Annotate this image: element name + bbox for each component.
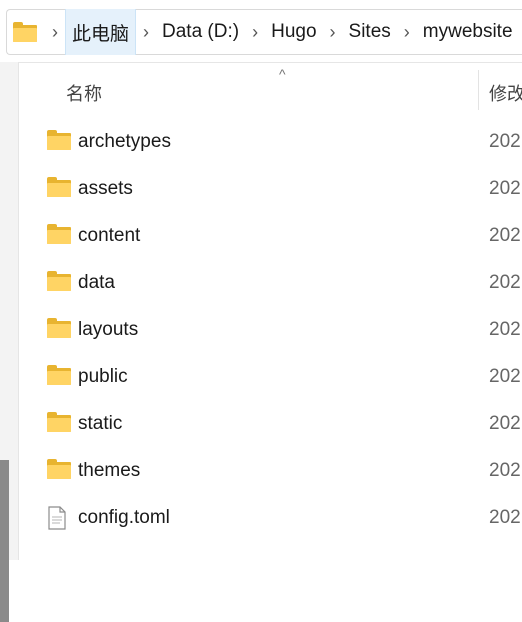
breadcrumb-item-hugo[interactable]: Hugo	[265, 9, 322, 55]
navigation-pane	[0, 62, 19, 622]
breadcrumb-item-mywebsite[interactable]: mywebsite	[417, 9, 519, 55]
file-date: 202	[489, 366, 521, 387]
folder-icon	[47, 271, 71, 291]
file-row-data[interactable]: data 202	[19, 259, 522, 306]
document-icon	[47, 506, 71, 530]
column-header-modified[interactable]: 修改	[489, 80, 522, 106]
file-date: 202	[489, 272, 521, 293]
folder-icon	[47, 459, 71, 479]
file-date: 202	[489, 460, 521, 481]
file-date: 202	[489, 413, 521, 434]
column-header-name[interactable]: 名称	[66, 80, 102, 106]
folder-icon	[47, 365, 71, 385]
folder-icon	[47, 177, 71, 197]
address-bar[interactable]: › 此电脑 › Data (D:) › Hugo › Sites › myweb…	[0, 0, 522, 63]
file-row-themes[interactable]: themes 202	[19, 447, 522, 494]
column-divider[interactable]	[478, 70, 479, 110]
chevron-right-icon[interactable]: ›	[246, 23, 264, 41]
chevron-right-icon[interactable]: ›	[46, 23, 64, 41]
file-row-content[interactable]: content 202	[19, 212, 522, 259]
file-date: 202	[489, 131, 521, 152]
file-row-public[interactable]: public 202	[19, 353, 522, 400]
folder-icon	[47, 318, 71, 338]
chevron-right-icon[interactable]: ›	[398, 23, 416, 41]
file-row-layouts[interactable]: layouts 202	[19, 306, 522, 353]
file-row-static[interactable]: static 202	[19, 400, 522, 447]
file-name: static	[78, 413, 123, 434]
folder-icon	[47, 130, 71, 150]
file-date: 202	[489, 507, 521, 528]
file-name: public	[78, 366, 128, 387]
breadcrumb-item-this-pc[interactable]: 此电脑	[65, 9, 137, 55]
file-name: themes	[78, 460, 141, 481]
file-row-config-toml[interactable]: config.toml 202	[19, 494, 522, 541]
navigation-scrollbar[interactable]	[0, 460, 9, 622]
file-name: assets	[78, 178, 133, 199]
chevron-right-icon[interactable]: ›	[324, 23, 342, 41]
breadcrumb-item-sites[interactable]: Sites	[343, 9, 397, 55]
chevron-right-icon[interactable]: ›	[137, 23, 155, 41]
file-row-assets[interactable]: assets 202	[19, 165, 522, 212]
breadcrumb: › 此电脑 › Data (D:) › Hugo › Sites › myweb…	[6, 9, 522, 55]
file-date: 202	[489, 225, 521, 246]
folder-icon	[47, 412, 71, 432]
column-header: ^ 名称 修改	[19, 62, 522, 118]
file-name: data	[78, 272, 115, 293]
file-name: config.toml	[78, 507, 170, 528]
file-date: 202	[489, 319, 521, 340]
folder-icon	[47, 224, 71, 244]
sort-ascending-icon: ^	[279, 66, 286, 82]
folder-icon[interactable]	[13, 22, 37, 42]
file-name: layouts	[78, 319, 139, 340]
file-list: archetypes 202 assets 202 content 202 da…	[19, 118, 522, 541]
breadcrumb-item-data-drive[interactable]: Data (D:)	[156, 9, 245, 55]
file-row-archetypes[interactable]: archetypes 202	[19, 118, 522, 165]
file-name: archetypes	[78, 131, 171, 152]
file-date: 202	[489, 178, 521, 199]
file-name: content	[78, 225, 141, 246]
